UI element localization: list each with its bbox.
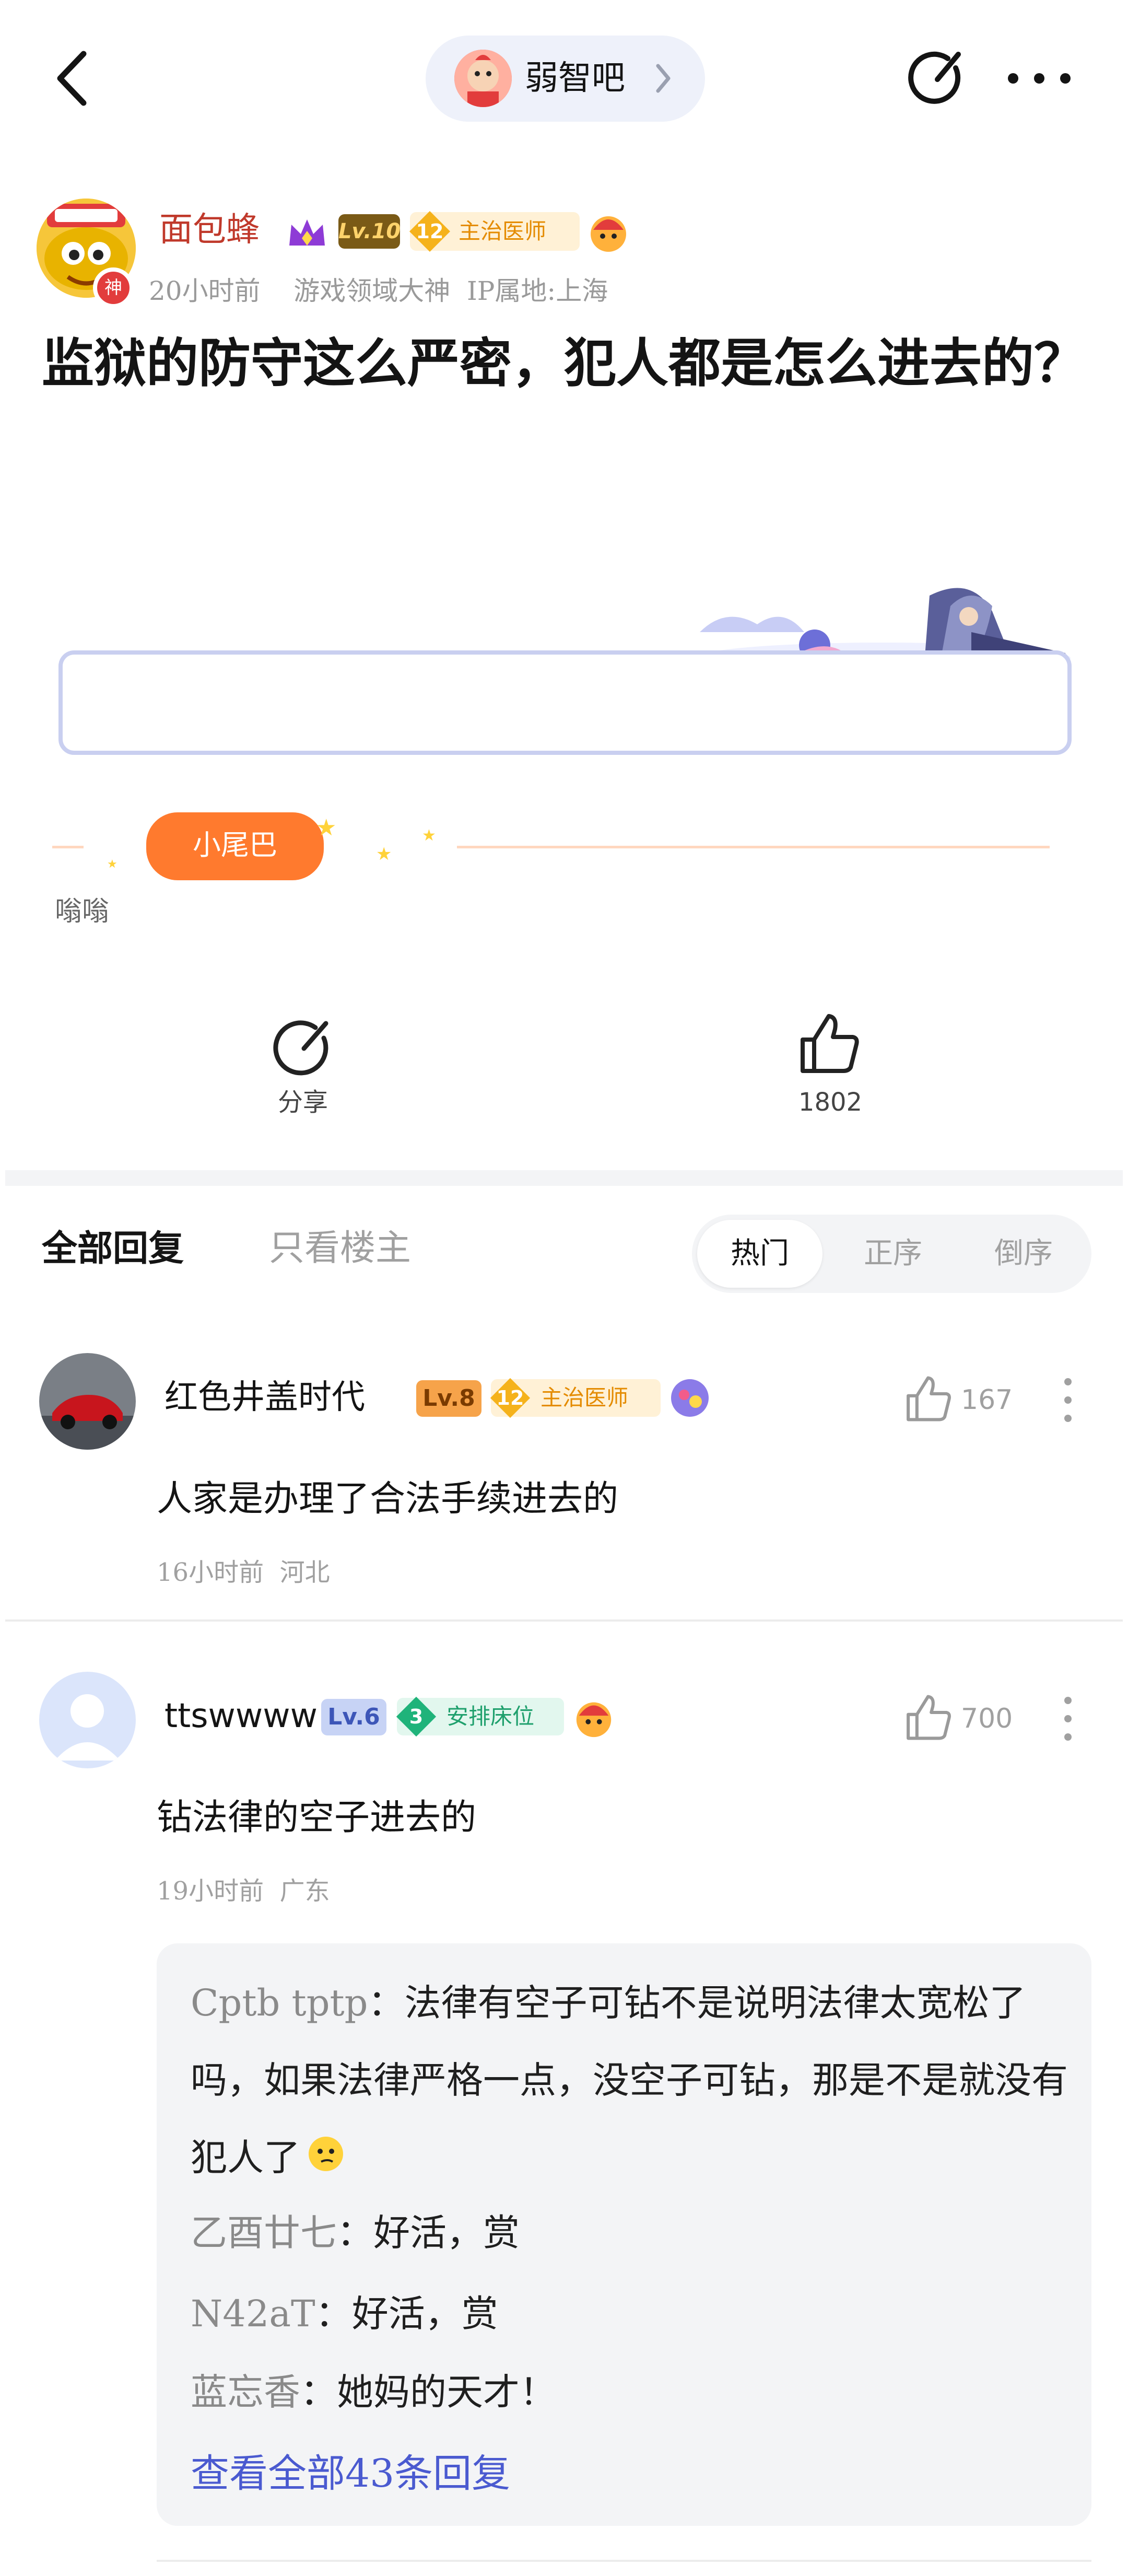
reply-colon: ：	[368, 1981, 405, 2024]
forum-name[interactable]: 弱智吧	[525, 51, 625, 106]
god-badge: 神	[93, 267, 134, 308]
comment-meta: 16小时前 河北	[157, 1558, 330, 1587]
badge-icon	[671, 1379, 709, 1417]
emoji-badge-icon	[576, 1702, 612, 1738]
thumbs-up-icon[interactable]	[903, 1374, 953, 1424]
reply-text: 她妈的天才！	[337, 2371, 556, 2414]
tab-op-only[interactable]: 只看楼主	[269, 1220, 411, 1277]
rank-title: 安排床位	[446, 1704, 535, 1729]
more-vertical-icon[interactable]	[1060, 1693, 1076, 1745]
reply-item: 蓝忘香：她妈的天才！	[191, 2353, 1068, 2431]
thinking-emoji-icon	[307, 2122, 345, 2199]
thumbs-up-icon[interactable]	[796, 1011, 862, 1076]
reply-author[interactable]: N42aT	[191, 2292, 315, 2335]
reply-colon: ：	[315, 2292, 352, 2335]
comment-divider	[5, 1619, 1123, 1622]
top-bar: 弱智吧	[0, 0, 1128, 157]
comment-body: 人家是办理了合法手续进去的	[157, 1478, 619, 1520]
star-icon: ★	[422, 826, 436, 845]
back-icon[interactable]	[47, 50, 99, 107]
comment-like-count: 700	[961, 1703, 1013, 1734]
more-vertical-icon[interactable]	[1060, 1374, 1076, 1426]
section-separator	[5, 1170, 1123, 1186]
like-count: 1802	[798, 1088, 863, 1117]
reply-item: Cptb tptp：法律有空子可钻不是说明法律太宽松了吗，如果法律严格一点，没空…	[191, 1964, 1068, 2199]
tail-line-right	[457, 846, 1050, 848]
rank-title: 主治医师	[540, 1385, 629, 1411]
rank-number: 12	[496, 1386, 524, 1409]
reply-item: 乙酉廿七：好活，赏	[191, 2194, 1068, 2271]
comment-author-name[interactable]: ttswwww	[164, 1690, 318, 1742]
more-icon[interactable]	[1005, 68, 1073, 89]
comment-like-count: 167	[961, 1384, 1013, 1416]
post-meta: 20小时前 游戏领域大神 IP属地:上海	[149, 276, 608, 306]
share-icon[interactable]	[272, 1016, 334, 1079]
comment-avatar[interactable]	[39, 1672, 136, 1768]
comment-avatar[interactable]	[39, 1353, 136, 1450]
reply-colon: ：	[300, 2371, 337, 2414]
thumbs-up-icon[interactable]	[903, 1693, 953, 1742]
reply-author[interactable]: Cptb tptp	[191, 1981, 368, 2024]
level-badge: Lv.10	[338, 214, 401, 249]
sort-ascending-button[interactable]: 正序	[836, 1220, 950, 1288]
forum-avatar[interactable]	[454, 50, 512, 107]
comment-meta: 19小时前 广东	[157, 1876, 330, 1906]
rank-number: 12	[416, 220, 444, 243]
reply-author[interactable]: 乙酉廿七	[191, 2211, 337, 2254]
tab-all-replies[interactable]: 全部回复	[42, 1220, 184, 1277]
level-badge: Lv.8	[416, 1380, 481, 1417]
author-name[interactable]: 面包蜂	[159, 206, 260, 253]
crown-icon	[289, 219, 325, 246]
level-badge: Lv.6	[321, 1699, 386, 1735]
tail-line-left	[52, 846, 84, 848]
emoji-badge-icon	[591, 216, 626, 252]
sort-hot-button[interactable]: 热门	[697, 1220, 822, 1288]
reply-colon: ：	[337, 2211, 373, 2254]
sort-descending-button[interactable]: 倒序	[966, 1220, 1081, 1288]
comment-input-box[interactable]	[58, 650, 1072, 755]
comment-body: 钻法律的空子进去的	[157, 1797, 477, 1838]
post-title: 监狱的防守这么严密，犯人都是怎么进去的？	[42, 332, 1086, 394]
star-icon: ★	[376, 844, 392, 865]
comment-divider	[157, 2560, 1091, 2562]
tail-label: 小尾巴	[193, 829, 277, 861]
chevron-right-icon	[656, 64, 671, 93]
view-all-replies-link[interactable]: 查看全部43条回复	[191, 2440, 510, 2508]
reply-text: 好活，赏	[351, 2292, 498, 2335]
rank-title: 主治医师	[459, 218, 547, 244]
tail-caption: 嗡嗡	[55, 896, 110, 927]
star-icon: ★	[107, 858, 118, 871]
reply-item: N42aT：好活，赏	[191, 2275, 1068, 2352]
share-label[interactable]: 分享	[261, 1081, 345, 1123]
reply-author[interactable]: 蓝忘香	[191, 2371, 300, 2414]
comment-author-name[interactable]: 红色井盖时代	[164, 1371, 365, 1424]
edit-icon[interactable]	[906, 47, 969, 110]
rank-number: 3	[409, 1705, 424, 1728]
reply-text: 好活，赏	[373, 2211, 520, 2254]
